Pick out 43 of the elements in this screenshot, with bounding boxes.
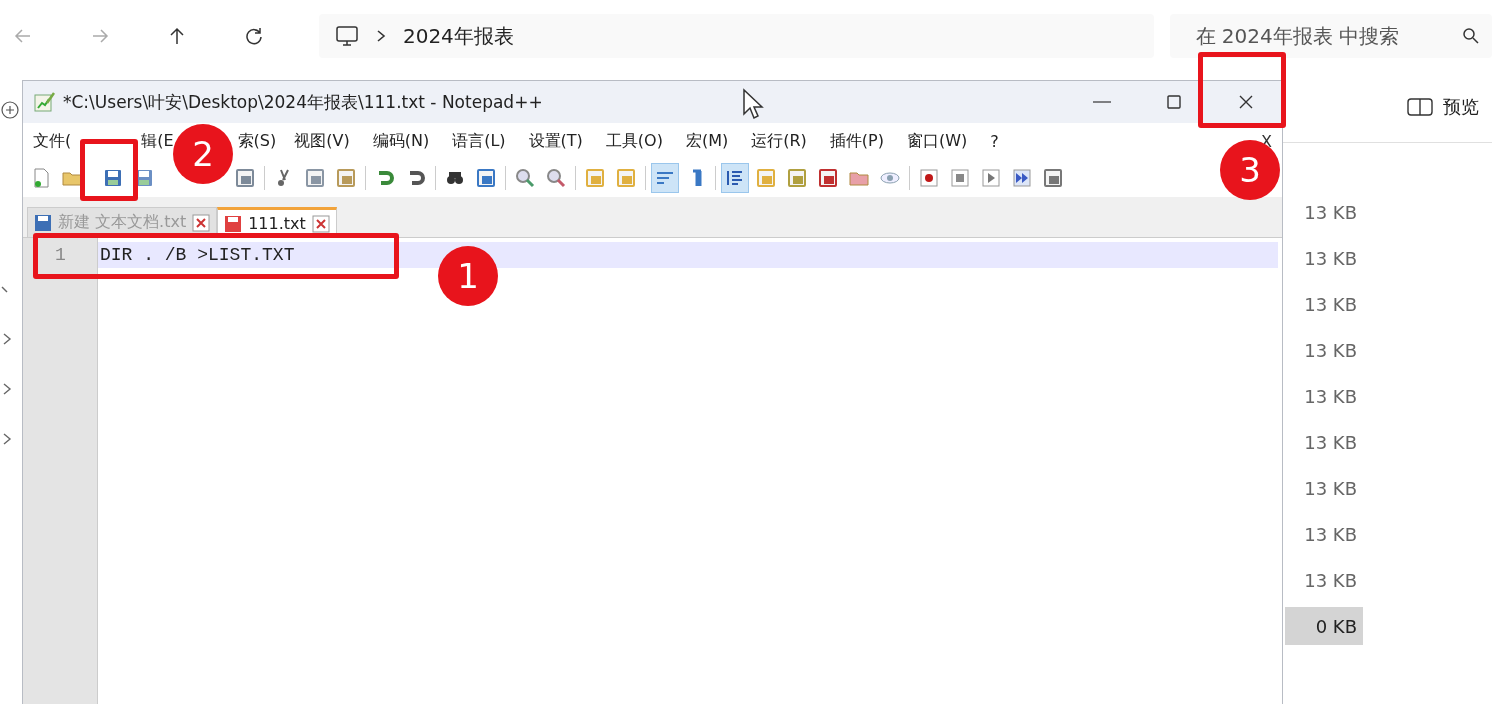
close-icon[interactable] [192,213,211,232]
close-icon[interactable] [311,214,330,233]
menu-item[interactable]: 辑(E [141,130,174,152]
menu-item[interactable]: ? [990,131,999,151]
search-icon[interactable] [1462,27,1480,45]
menu-item[interactable]: 文件( [33,130,72,152]
menu-item[interactable]: 宏(M) [685,130,729,152]
file-size: 0 KB [1285,607,1363,645]
file-size: 13 KB [1303,430,1358,455]
file-size: 13 KB [1303,246,1358,271]
menu-item[interactable]: 插件(P) [829,130,884,152]
mouse-pointer-icon [742,88,764,120]
file-size: 13 KB [1303,338,1358,363]
menu-item[interactable]: 编码(N) [372,130,430,152]
file-size: 13 KB [1303,200,1358,225]
file-size: 13 KB [1303,476,1358,501]
menu-item[interactable]: 索(S) [237,130,277,152]
notepad-icon [33,91,55,113]
add-icon[interactable] [0,100,20,120]
close-icon [1237,93,1255,111]
search-field[interactable]: 在 2024年报表 中搜索 [1169,14,1492,58]
menu-item[interactable]: 工具(O) [605,130,663,152]
menu-item[interactable]: 视图(V) [294,130,350,152]
search-input[interactable]: 在 2024年报表 中搜索 [1193,15,1462,57]
menu-item[interactable]: 语言(L) [452,130,506,152]
maximize-icon [1165,93,1183,111]
line-number: 1 [54,244,67,267]
preview-button[interactable]: 预览 [1403,91,1483,123]
menu-item[interactable]: 设置(T) [528,130,583,152]
preview-pane-icon [1407,97,1433,117]
word-wrap-icon[interactable] [651,163,679,193]
highlight-frame [80,139,138,201]
file-size: 13 KB [1303,384,1358,409]
file-size: 13 KB [1303,568,1358,593]
minimize-icon [1093,101,1111,103]
breadcrumb[interactable]: 2024年报表 [402,22,514,50]
indent-guide-icon[interactable] [721,163,749,193]
window-title: *C:\Users\叶安\Desktop\2024年报表\111.txt - Notepad++ [63,90,543,114]
monitor-icon [334,25,359,47]
menu-item[interactable]: 运行(R) [751,130,807,152]
menu-item[interactable]: 窗口(W) [906,130,968,152]
file-size: 13 KB [1303,292,1358,317]
file-size: 13 KB [1303,522,1358,547]
